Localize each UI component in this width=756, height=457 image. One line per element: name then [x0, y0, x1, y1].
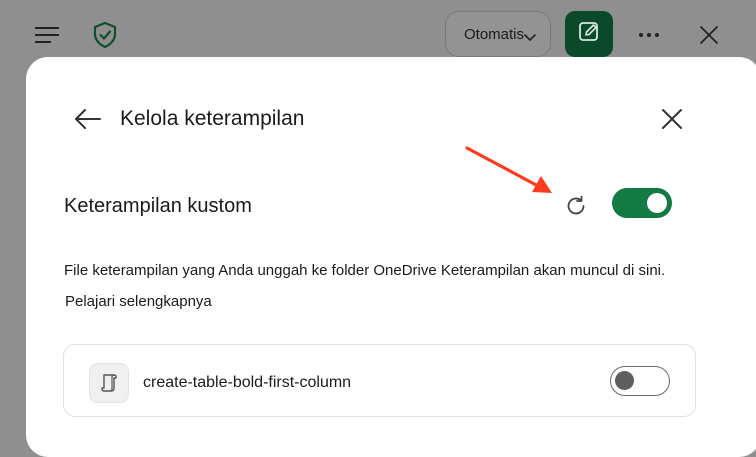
script-scroll-icon [89, 363, 129, 403]
more-horizontal-icon[interactable] [632, 18, 666, 52]
close-panel-icon[interactable] [654, 101, 690, 137]
panel-title: Kelola keterampilan [120, 107, 305, 130]
skill-toggle[interactable] [610, 366, 670, 396]
toggle-knob [615, 371, 634, 390]
compose-icon [577, 20, 601, 49]
toggle-knob [647, 193, 667, 213]
skills-description: File keterampilan yang Anda unggah ke fo… [64, 262, 666, 279]
custom-skills-heading: Keterampilan kustom [64, 195, 252, 217]
menu-icon[interactable] [30, 18, 64, 52]
back-arrow-icon[interactable] [70, 101, 106, 137]
custom-skills-toggle[interactable] [612, 188, 672, 218]
mode-select-value: Otomatis [464, 25, 525, 43]
learn-more-link[interactable]: Pelajari selengkapnya [65, 293, 212, 310]
shield-check-icon[interactable] [88, 18, 122, 52]
annotation-arrow-icon [465, 146, 552, 193]
skill-name: create-table-bold-first-column [143, 374, 352, 391]
chevron-down-icon [524, 29, 536, 46]
manage-skills-panel: Kelola keterampilan Keterampilan kustom … [26, 57, 756, 457]
compose-button[interactable] [565, 11, 613, 57]
skill-card: create-table-bold-first-column [63, 344, 696, 417]
refresh-icon[interactable] [559, 189, 593, 223]
close-icon[interactable] [692, 18, 726, 52]
mode-select[interactable]: Otomatis [445, 11, 551, 57]
